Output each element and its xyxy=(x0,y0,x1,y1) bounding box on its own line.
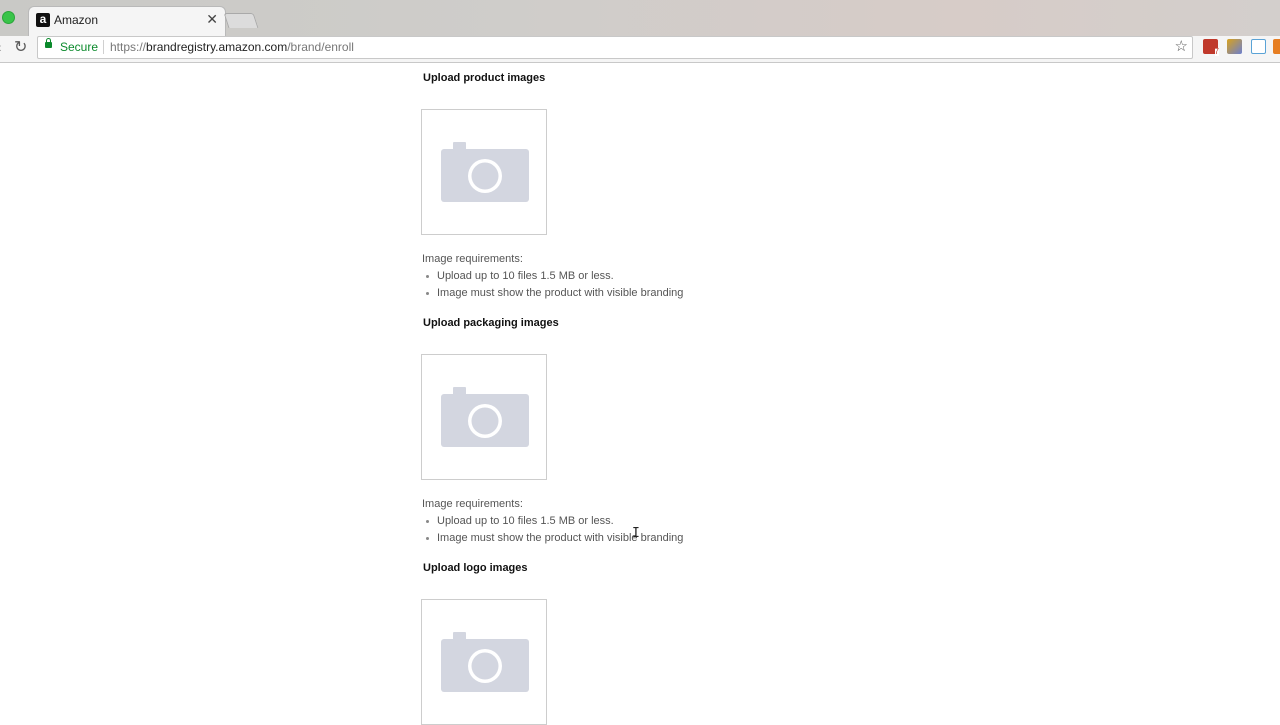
url-path: /brand/enroll xyxy=(287,40,354,54)
requirements-label: Image requirements: xyxy=(422,498,523,510)
divider xyxy=(103,40,104,54)
extension-badge: 7 xyxy=(1214,47,1219,56)
camera-icon xyxy=(441,632,529,692)
camera-icon xyxy=(441,142,529,202)
extension-icon[interactable] xyxy=(1251,39,1266,54)
address-bar[interactable]: Secure https://brandregistry.amazon.com/… xyxy=(37,36,1193,59)
section-title: Upload product images xyxy=(423,72,546,84)
tab-bar: a Amazon ✕ xyxy=(0,0,1280,36)
list-item: Upload up to 10 files 1.5 MB or less. xyxy=(421,513,683,530)
new-tab-button[interactable] xyxy=(223,13,259,28)
calendar-extension-icon[interactable]: 7 xyxy=(1203,39,1219,56)
packaging-image-upload-button[interactable] xyxy=(421,354,547,480)
list-item: Image must show the product with visible… xyxy=(421,530,683,547)
requirements-list: Upload up to 10 files 1.5 MB or less. Im… xyxy=(421,513,683,546)
section-title: Upload logo images xyxy=(423,562,528,574)
url-scheme: https:// xyxy=(110,40,147,54)
extension-icon[interactable] xyxy=(1227,39,1242,54)
browser-tab-amazon[interactable]: a Amazon ✕ xyxy=(28,6,226,36)
extension-icon[interactable] xyxy=(1273,39,1280,54)
camera-icon xyxy=(441,387,529,447)
close-icon[interactable]: ✕ xyxy=(206,11,218,28)
back-arrow-icon[interactable]: ‹ xyxy=(0,39,2,55)
url-text[interactable]: https://brandregistry.amazon.com/brand/e… xyxy=(110,40,354,54)
text-cursor-icon: I xyxy=(632,526,640,541)
list-item: Upload up to 10 files 1.5 MB or less. xyxy=(421,268,683,285)
product-image-upload-button[interactable] xyxy=(421,109,547,235)
requirements-label: Image requirements: xyxy=(422,253,523,265)
secure-label: Secure xyxy=(60,40,99,54)
lock-icon xyxy=(45,38,52,48)
star-icon[interactable]: ☆ xyxy=(1175,37,1188,55)
window-control-button[interactable] xyxy=(2,11,15,24)
tab-title: Amazon xyxy=(54,13,99,27)
section-title: Upload packaging images xyxy=(423,317,559,329)
amazon-favicon-icon: a xyxy=(36,13,50,27)
reload-icon[interactable]: ↻ xyxy=(14,37,27,57)
url-host: brandregistry.amazon.com xyxy=(146,40,288,54)
list-item: Image must show the product with visible… xyxy=(421,285,683,302)
logo-image-upload-button[interactable] xyxy=(421,599,547,725)
browser-toolbar: ‹ ↻ Secure https://brandregistry.amazon.… xyxy=(0,36,1280,63)
requirements-list: Upload up to 10 files 1.5 MB or less. Im… xyxy=(421,268,683,301)
